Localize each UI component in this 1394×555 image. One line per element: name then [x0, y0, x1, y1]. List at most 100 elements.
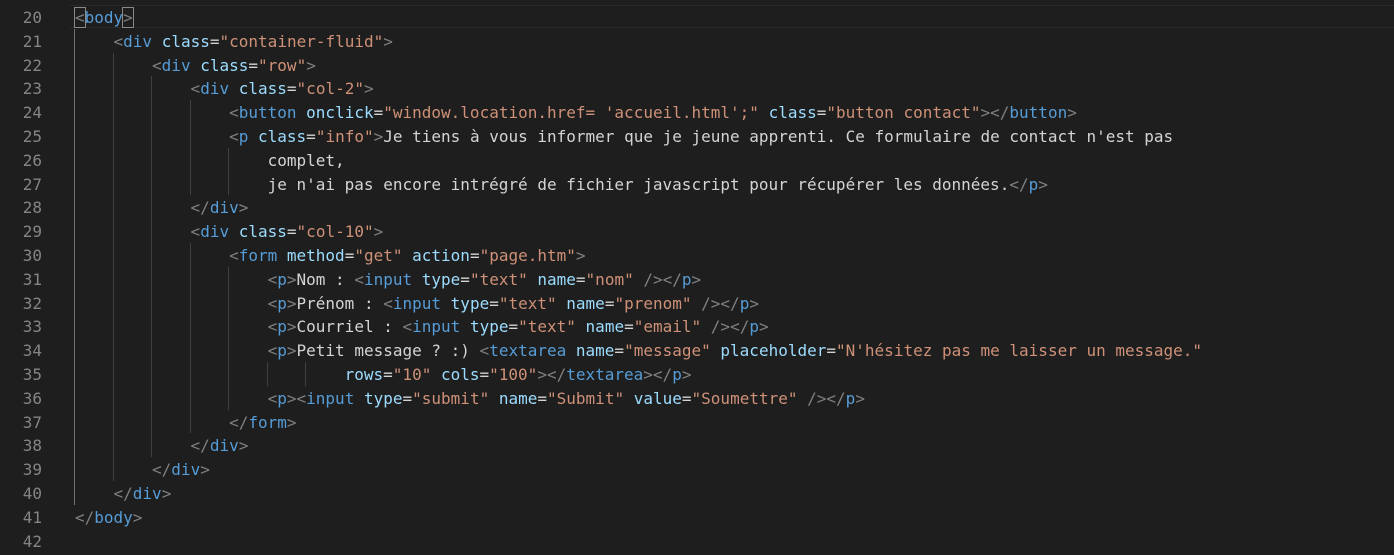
code-line[interactable]: 20 <body>: [0, 5, 1394, 29]
code-text: <p>Courriel : <input type="text" name="e…: [268, 317, 769, 336]
code-line[interactable]: 38 </div>: [0, 433, 1394, 457]
token-tag: div: [132, 484, 162, 503]
token-txt: =: [383, 365, 393, 384]
token-br: >: [286, 388, 297, 408]
token-br: <: [267, 388, 278, 408]
line-number: 27: [22, 174, 42, 194]
indent-guide: [189, 243, 191, 434]
code-line[interactable]: 26 complet,: [0, 148, 1394, 172]
code-line[interactable]: 23 <div class="col-2">: [0, 76, 1394, 100]
code-text: <div class="col-10">: [191, 222, 384, 241]
token-attr: type: [450, 293, 490, 313]
token-br: </: [75, 507, 95, 527]
token-tag: form: [238, 246, 278, 265]
line-number: 25: [22, 127, 42, 146]
code-text: <p>Nom : <input type="text" name="nom" /…: [268, 270, 702, 289]
token-tag: p: [277, 341, 287, 361]
code-text: <button onclick="window.location.href= '…: [229, 103, 1077, 122]
code-text: <p class="info">Je tiens à vous informer…: [229, 127, 1173, 146]
line-number: 24: [22, 103, 42, 123]
token-attr: class: [238, 222, 287, 242]
token-br: >: [286, 269, 297, 289]
token-br: >: [643, 365, 653, 384]
token-tag: p: [845, 388, 856, 408]
token-attr: value: [633, 388, 682, 408]
code-line[interactable]: 42: [0, 529, 1394, 553]
token-br: >: [200, 460, 210, 480]
indent-guide: [151, 76, 153, 458]
token-br: >: [749, 293, 759, 313]
token-tag: div: [123, 31, 153, 51]
token-tag: div: [200, 79, 230, 99]
token-tag: textarea: [489, 341, 567, 361]
token-str: "page.htm": [479, 246, 576, 265]
token-br: >: [980, 103, 991, 123]
code-line[interactable]: 28 </div>: [0, 195, 1394, 219]
token-str: "message": [624, 341, 711, 361]
token-str: "nom": [585, 269, 634, 289]
code-editor[interactable]: 20 <body> 21 <div class="container-fluid"> 2…: [0, 0, 1394, 555]
token-br: <: [267, 317, 278, 337]
code-line[interactable]: 24 <button onclick="window.location.href=…: [0, 100, 1394, 124]
code-text: rows="10" cols="100"></textarea></p>: [345, 365, 692, 384]
code-line[interactable]: 33 <p>Courriel : <input type="text" name=…: [0, 314, 1394, 338]
token-br: <: [267, 293, 278, 313]
token-tag: p: [1028, 174, 1039, 194]
line-number: 32: [22, 293, 42, 313]
line-number: 21: [22, 31, 42, 51]
code-line[interactable]: 40 </div>: [0, 481, 1394, 505]
code-line[interactable]: 29 <div class="col-10">: [0, 219, 1394, 243]
token-txt: =: [286, 79, 297, 99]
code-line[interactable]: 39 </div>: [0, 457, 1394, 481]
code-line[interactable]: 34 <p>Petit message ? :) <textarea name="…: [0, 338, 1394, 362]
line-number: 33: [22, 317, 42, 337]
token-attr: rows: [344, 365, 384, 384]
token-txt: Nom :: [296, 269, 355, 289]
token-txt: =: [681, 388, 692, 408]
code-line[interactable]: 25 <p class="info">Je tiens à vous inform…: [0, 124, 1394, 148]
code-line[interactable]: 37 </form>: [0, 410, 1394, 434]
code-line[interactable]: 22 <div class="row">: [0, 53, 1394, 77]
token-br: >: [286, 293, 297, 313]
code-text: </body>: [75, 508, 142, 527]
token-tag: div: [161, 55, 191, 75]
token-attr: type: [363, 388, 403, 408]
line-number: 31: [22, 269, 42, 289]
code-line[interactable]: 35 rows="10" cols="100"></textarea></p>: [0, 362, 1394, 386]
line-number: 35: [22, 365, 42, 384]
token-br: <: [383, 293, 393, 313]
code-line[interactable]: 30 <form method="get" action="page.htm">: [0, 243, 1394, 267]
code-line[interactable]: 32 <p>Prénom : <input type="text" name="p…: [0, 291, 1394, 315]
token-br: <: [267, 341, 278, 361]
token-br: >: [306, 55, 316, 75]
token-br: <: [267, 269, 278, 289]
code-text: complet,: [268, 151, 345, 170]
line-number: 36: [22, 388, 42, 408]
indent-guide: [228, 147, 230, 196]
code-line[interactable]: 36 <p><input type="submit" name="Submit" …: [0, 386, 1394, 410]
token-br: </: [990, 103, 1010, 123]
token-txt: =: [604, 293, 615, 313]
token-txt: =: [460, 269, 470, 289]
token-br: >: [383, 31, 393, 51]
token-br: </: [113, 484, 133, 503]
token-br: >: [132, 507, 143, 527]
token-tag: div: [209, 198, 239, 218]
code-line[interactable]: 31 <p>Nom : <input type="text" name="nom"…: [0, 267, 1394, 291]
token-txt: =: [344, 246, 355, 265]
token-br: <: [113, 31, 124, 51]
code-line[interactable]: 41 </body>: [0, 505, 1394, 529]
token-str: "get": [354, 246, 403, 265]
token-tag: form: [248, 412, 287, 432]
line-number: 34: [22, 341, 42, 361]
code-line[interactable]: 21 <div class="container-fluid">: [0, 29, 1394, 53]
code-line[interactable]: 27 je n'ai pas encore intrégré de fichier…: [0, 172, 1394, 196]
